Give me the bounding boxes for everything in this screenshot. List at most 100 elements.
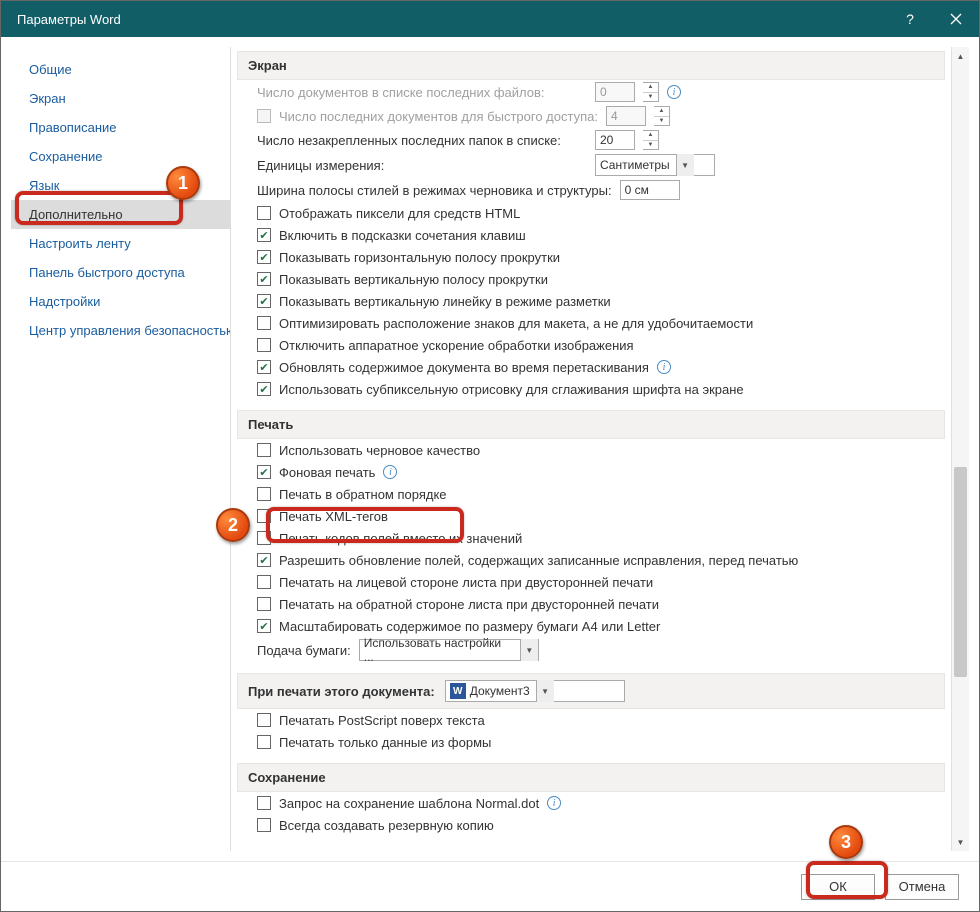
ok-button[interactable]: ОК <box>801 874 875 900</box>
check-normal-dot[interactable] <box>257 796 271 810</box>
recent-folders-input[interactable]: 20 <box>595 130 635 150</box>
check-scale-a4[interactable] <box>257 619 271 633</box>
section-screen: Экран <box>237 51 945 80</box>
check-postscript[interactable] <box>257 713 271 727</box>
info-icon[interactable]: i <box>547 796 561 810</box>
check-pixels[interactable] <box>257 206 271 220</box>
check-hw-accel[interactable] <box>257 338 271 352</box>
info-icon[interactable]: i <box>657 360 671 374</box>
row-check-shortcuts: Включить в подсказки сочетания клавиш <box>237 224 945 246</box>
print-doc-dropdown[interactable]: W Документ3 ▼ <box>445 680 625 702</box>
sidebar-item-display[interactable]: Экран <box>11 84 230 113</box>
check-label: Отключить аппаратное ускорение обработки… <box>279 338 634 353</box>
check-reverse-order[interactable] <box>257 487 271 501</box>
style-width-input[interactable]: 0 см <box>620 180 680 200</box>
check-hscroll[interactable] <box>257 250 271 264</box>
recent-docs-spinner[interactable]: ▲▼ <box>643 82 659 102</box>
check-label: Фоновая печать <box>279 465 375 480</box>
check-shortcuts[interactable] <box>257 228 271 242</box>
check-bg-print[interactable] <box>257 465 271 479</box>
check-update-fields[interactable] <box>257 553 271 567</box>
info-icon[interactable]: i <box>383 465 397 479</box>
info-icon[interactable]: i <box>667 85 681 99</box>
check-back-duplex[interactable] <box>257 597 271 611</box>
check-subpixel[interactable] <box>257 382 271 396</box>
units-value: Сантиметры <box>600 158 670 172</box>
row-quick-access: Число последних документов для быстрого … <box>237 104 945 128</box>
row-check-reverse-order: Печать в обратном порядке <box>237 483 945 505</box>
sidebar-item-advanced[interactable]: Дополнительно <box>11 200 230 229</box>
check-layout-opt[interactable] <box>257 316 271 330</box>
quick-access-checkbox[interactable] <box>257 109 271 123</box>
paper-feed-value: Использовать настройки ... <box>364 636 514 664</box>
check-drag-update[interactable] <box>257 360 271 374</box>
help-button[interactable]: ? <box>887 1 933 37</box>
check-label: Показывать вертикальную полосу прокрутки <box>279 272 548 287</box>
row-check-bg-print: Фоновая печать i <box>237 461 945 483</box>
quick-access-input[interactable]: 4 <box>606 106 646 126</box>
check-front-duplex[interactable] <box>257 575 271 589</box>
sidebar-item-customize-ribbon[interactable]: Настроить ленту <box>11 229 230 258</box>
row-recent-folders: Число незакрепленных последних папок в с… <box>237 128 945 152</box>
row-check-drag-update: Обновлять содержимое документа во время … <box>237 356 945 378</box>
units-label: Единицы измерения: <box>257 158 587 173</box>
recent-docs-label: Число документов в списке последних файл… <box>257 85 587 100</box>
check-label: Печать в обратном порядке <box>279 487 447 502</box>
window-title: Параметры Word <box>17 12 887 27</box>
section-print: Печать <box>237 410 945 439</box>
check-draft[interactable] <box>257 443 271 457</box>
quick-access-spinner[interactable]: ▲▼ <box>654 106 670 126</box>
check-label: Показывать вертикальную линейку в режиме… <box>279 294 611 309</box>
check-vruler[interactable] <box>257 294 271 308</box>
close-button[interactable] <box>933 1 979 37</box>
check-vscroll[interactable] <box>257 272 271 286</box>
recent-docs-input[interactable]: 0 <box>595 82 635 102</box>
vertical-scrollbar[interactable]: ▲ ▼ <box>951 47 969 851</box>
check-backup[interactable] <box>257 818 271 832</box>
word-options-window: Параметры Word ? Общие Экран Правописани… <box>0 0 980 912</box>
check-label: Печатать PostScript поверх текста <box>279 713 485 728</box>
sidebar-item-proofing[interactable]: Правописание <box>11 113 230 142</box>
dialog-footer: ОК Отмена <box>1 861 979 911</box>
sidebar-item-trust-center[interactable]: Центр управления безопасностью <box>11 316 230 345</box>
content-scroll-area[interactable]: Экран Число документов в списке последни… <box>231 47 951 851</box>
check-xml-tags[interactable] <box>257 509 271 523</box>
check-field-codes[interactable] <box>257 531 271 545</box>
row-check-backup: Всегда создавать резервную копию <box>237 814 945 836</box>
units-dropdown[interactable]: Сантиметры ▼ <box>595 154 715 176</box>
row-style-width: Ширина полосы стилей в режимах черновика… <box>237 178 945 202</box>
scroll-up-arrow-icon[interactable]: ▲ <box>952 47 969 65</box>
recent-folders-label: Число незакрепленных последних папок в с… <box>257 133 587 148</box>
sidebar-item-quick-access[interactable]: Панель быстрого доступа <box>11 258 230 287</box>
row-check-front-duplex: Печатать на лицевой стороне листа при дв… <box>237 571 945 593</box>
check-label: Печать XML-тегов <box>279 509 388 524</box>
scroll-down-arrow-icon[interactable]: ▼ <box>952 833 969 851</box>
row-check-field-codes: Печать кодов полей вместо их значений <box>237 527 945 549</box>
row-check-vruler: Показывать вертикальную линейку в режиме… <box>237 290 945 312</box>
row-check-back-duplex: Печатать на обратной стороне листа при д… <box>237 593 945 615</box>
row-check-hscroll: Показывать горизонтальную полосу прокрут… <box>237 246 945 268</box>
row-check-hw-accel: Отключить аппаратное ускорение обработки… <box>237 334 945 356</box>
check-label: Масштабировать содержимое по размеру бум… <box>279 619 660 634</box>
sidebar-item-save[interactable]: Сохранение <box>11 142 230 171</box>
sidebar-item-addins[interactable]: Надстройки <box>11 287 230 316</box>
cancel-button[interactable]: Отмена <box>885 874 959 900</box>
sidebar-item-language[interactable]: Язык <box>11 171 230 200</box>
chevron-down-icon: ▼ <box>520 639 538 661</box>
check-label: Отображать пиксели для средств HTML <box>279 206 520 221</box>
dialog-body: Общие Экран Правописание Сохранение Язык… <box>11 47 969 851</box>
check-form-data[interactable] <box>257 735 271 749</box>
row-units: Единицы измерения: Сантиметры ▼ <box>237 152 945 178</box>
recent-folders-spinner[interactable]: ▲▼ <box>643 130 659 150</box>
paper-feed-dropdown[interactable]: Использовать настройки ... ▼ <box>359 639 539 661</box>
section-print-doc-title: При печати этого документа: <box>248 684 435 699</box>
scrollbar-thumb[interactable] <box>954 467 967 677</box>
paper-feed-label: Подача бумаги: <box>257 643 351 658</box>
row-check-normal-dot: Запрос на сохранение шаблона Normal.dot … <box>237 792 945 814</box>
section-print-doc: При печати этого документа: W Документ3 … <box>237 673 945 709</box>
row-check-xml-tags: Печать XML-тегов <box>237 505 945 527</box>
row-check-update-fields: Разрешить обновление полей, содержащих з… <box>237 549 945 571</box>
row-check-pixels: Отображать пиксели для средств HTML <box>237 202 945 224</box>
sidebar-item-general[interactable]: Общие <box>11 55 230 84</box>
chevron-down-icon: ▼ <box>536 680 554 702</box>
